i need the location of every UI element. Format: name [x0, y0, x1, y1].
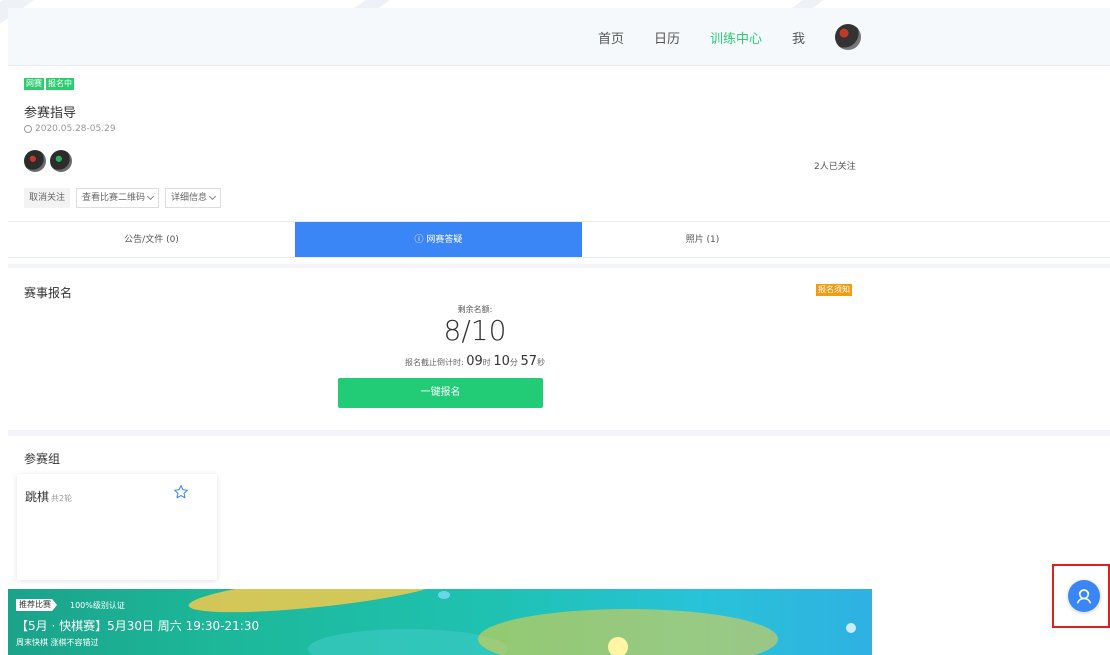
groups-title: 参赛组	[24, 452, 61, 466]
registration-section: 赛事报名 报名须知 剩余名额: 8/10 报名截止倒计时: 09时 10分 57…	[8, 264, 1110, 424]
countdown-seconds: 57	[520, 354, 537, 369]
groups-section: 参赛组 跳棋 共2轮	[8, 430, 1110, 600]
banner-decoration	[608, 637, 628, 655]
view-qr-code-dropdown[interactable]: 查看比赛二维码	[76, 188, 160, 208]
chevron-down-icon	[146, 192, 155, 201]
registration-title: 赛事报名	[24, 286, 73, 300]
banner-decoration	[438, 591, 450, 599]
group-card[interactable]: 跳棋 共2轮	[17, 474, 217, 580]
hours-unit: 时	[482, 358, 491, 367]
one-click-signup-button[interactable]: 一键报名	[338, 378, 543, 408]
chevron-down-icon	[209, 192, 217, 201]
tab-online-qa-label: 网赛答疑	[426, 235, 463, 245]
nav-item-home[interactable]: 首页	[598, 28, 624, 47]
star-icon[interactable]	[173, 484, 189, 500]
tab-announcements[interactable]: 公告/文件 (0)	[8, 222, 295, 257]
banner-title: 【5月 · 快棋赛】5月30日 周六 19:30-21:30	[16, 619, 260, 633]
countdown-label: 报名截止倒计时:	[405, 358, 464, 367]
follower-avatar[interactable]	[50, 150, 72, 172]
customer-service-button[interactable]	[1068, 580, 1100, 612]
customer-service-icon	[1077, 589, 1091, 604]
page: 首页 日历 训练中心 我 网赛 报名中 参赛指导 2020.05.28-05.2…	[0, 0, 1110, 655]
minutes-unit: 分	[509, 358, 518, 367]
event-title: 参赛指导	[24, 106, 77, 121]
banner-subtitle: 周末快棋 涨棋不容错过	[16, 638, 99, 647]
banner-label: 推荐比赛	[16, 599, 57, 611]
banner-decoration	[187, 589, 449, 621]
banner-decoration	[846, 623, 856, 633]
banner-decoration	[478, 609, 778, 655]
follower-avatar[interactable]	[24, 150, 46, 172]
countdown-hours: 09	[466, 354, 483, 369]
registration-notice-badge[interactable]: 报名须知	[816, 284, 852, 296]
countdown-minutes: 10	[493, 354, 510, 369]
event-date: 2020.05.28-05.29	[24, 124, 116, 134]
details-dropdown[interactable]: 详细信息	[165, 188, 222, 208]
event-info-panel: 网赛 报名中 参赛指导 2020.05.28-05.29 2人已关注 取消关注 …	[8, 66, 1110, 222]
user-avatar[interactable]	[835, 24, 862, 50]
tab-online-qa[interactable]: ⓘ 网赛答疑	[295, 222, 582, 257]
clock-icon	[24, 125, 32, 133]
tag-registration-open: 报名中	[46, 78, 74, 90]
banner-certification: 100%级别认证	[70, 601, 125, 610]
remaining-count: 8/10	[443, 314, 507, 347]
event-date-text: 2020.05.28-05.29	[35, 124, 116, 134]
unfollow-button[interactable]: 取消关注	[24, 188, 71, 208]
details-label: 详细信息	[171, 193, 208, 203]
top-nav: 首页 日历 训练中心 我	[598, 8, 862, 66]
tab-photos[interactable]: 照片 (1)	[582, 222, 823, 257]
group-rounds: 共2轮	[51, 494, 73, 503]
group-name: 跳棋 共2轮	[25, 488, 72, 505]
seconds-unit: 秒	[536, 358, 545, 367]
info-icon: ⓘ	[414, 235, 427, 245]
nav-item-training-center[interactable]: 训练中心	[710, 28, 762, 47]
top-header: 首页 日历 训练中心 我	[8, 8, 1110, 66]
recommended-match-banner[interactable]: 推荐比赛 100%级别认证 【5月 · 快棋赛】5月30日 周六 19:30-2…	[8, 589, 872, 655]
group-name-text: 跳棋	[25, 490, 50, 504]
event-tags: 网赛 报名中	[24, 78, 74, 90]
unfollow-label: 取消关注	[29, 193, 66, 203]
view-qr-code-label: 查看比赛二维码	[82, 193, 146, 203]
nav-item-me[interactable]: 我	[792, 28, 805, 47]
follow-count: 2人已关注	[814, 162, 856, 172]
event-tabs: 公告/文件 (0) ⓘ 网赛答疑 照片 (1)	[8, 222, 1110, 258]
registration-countdown: 报名截止倒计时: 09时 10分 57秒	[8, 354, 942, 369]
nav-item-calendar[interactable]: 日历	[654, 28, 680, 47]
tag-online-match: 网赛	[24, 78, 44, 90]
follower-avatars	[24, 150, 72, 172]
event-actions: 取消关注 查看比赛二维码 详细信息	[24, 188, 222, 208]
